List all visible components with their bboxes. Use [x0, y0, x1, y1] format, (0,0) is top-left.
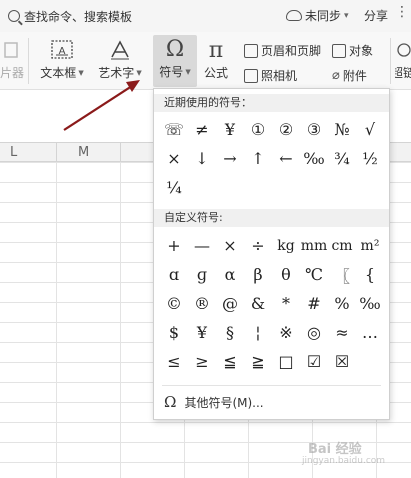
more-symbols-button[interactable]: Ω 其他符号(M)... [164, 393, 264, 411]
symbol-cell[interactable]: ② [272, 115, 300, 144]
symbol-cell[interactable]: ≤ [160, 347, 188, 376]
symbol-cell[interactable]: ↓ [188, 144, 216, 173]
symbol-cell[interactable]: … [356, 318, 384, 347]
more-symbols-label: 其他符号(M)... [184, 395, 264, 410]
symbol-cell[interactable]: ← [272, 144, 300, 173]
symbol-cell[interactable]: ≦ [216, 347, 244, 376]
symbol-cell[interactable]: ½ [356, 144, 384, 173]
symbol-cell[interactable]: ¥ [216, 115, 244, 144]
custom-symbols-title: 自定义符号: [154, 209, 389, 227]
symbol-cell[interactable]: ☒ [328, 347, 356, 376]
symbol-cell[interactable]: ☏ [160, 115, 188, 144]
custom-symbols-grid: + — × ÷ kg mm cm m² ɑ ɡ α β θ ℃ 〖{ © ® @ & * #% ‰ $ ¥ § ¦ ※ ◎ ≈… ≤ ≥ ≦ ≧… [160, 231, 384, 376]
symbol-cell[interactable]: m² [356, 231, 384, 260]
symbol-cell[interactable]: ɑ [160, 260, 188, 289]
symbol-cell[interactable]: kg [272, 231, 300, 260]
watermark-url: jingyan.baidu.com [302, 456, 386, 466]
symbol-cell[interactable]: → [216, 144, 244, 173]
symbol-cell[interactable]: — [188, 231, 216, 260]
symbol-cell[interactable]: § [216, 318, 244, 347]
symbol-cell[interactable]: ÷ [244, 231, 272, 260]
symbol-cell[interactable]: ≥ [188, 347, 216, 376]
symbol-cell[interactable]: □ [272, 347, 300, 376]
symbol-cell[interactable]: ◎ [300, 318, 328, 347]
symbol-cell[interactable]: $ [160, 318, 188, 347]
symbol-cell[interactable]: β [244, 260, 272, 289]
symbol-cell[interactable]: ☑ [300, 347, 328, 376]
symbol-cell[interactable]: ¥ [188, 318, 216, 347]
symbol-cell[interactable]: { [356, 260, 384, 289]
symbol-cell[interactable]: × [160, 144, 188, 173]
symbol-cell[interactable]: √ [356, 115, 384, 144]
symbol-cell[interactable]: & [244, 289, 272, 318]
recent-symbols-title: 近期使用的符号： [154, 94, 389, 112]
symbol-cell[interactable]: ¼ [160, 173, 188, 202]
symbol-cell[interactable]: ¦ [244, 318, 272, 347]
symbol-cell[interactable]: ® [188, 289, 216, 318]
symbol-cell[interactable]: © [160, 289, 188, 318]
symbol-cell[interactable]: ≈ [328, 318, 356, 347]
omega-icon: Ω [164, 393, 177, 411]
symbol-cell[interactable]: θ [272, 260, 300, 289]
symbol-cell[interactable]: ※ [272, 318, 300, 347]
symbol-cell[interactable]: % [328, 289, 356, 318]
symbol-cell[interactable]: ③ [300, 115, 328, 144]
symbol-dropdown: 近期使用的符号： ☏ ≠ ¥ ① ② ③ № √ × ↓ → ↑ ← ‰ ¾ ½ ¼ 自定义符号: + — × ÷ kg… [153, 88, 390, 420]
symbol-cell[interactable]: × [216, 231, 244, 260]
footer-divider [162, 385, 381, 386]
recent-symbols-grid: ☏ ≠ ¥ ① ② ③ № √ × ↓ → ↑ ← ‰ ¾ ½ ¼ [160, 115, 384, 202]
symbol-cell[interactable]: ɡ [188, 260, 216, 289]
symbol-cell[interactable]: mm [300, 231, 328, 260]
symbol-cell[interactable]: ‰ [300, 144, 328, 173]
symbol-cell[interactable]: + [160, 231, 188, 260]
watermark-logo: Bai 经验 [308, 442, 362, 457]
symbol-cell[interactable]: * [272, 289, 300, 318]
symbol-cell[interactable]: cm [328, 231, 356, 260]
symbol-cell[interactable]: # [300, 289, 328, 318]
symbol-cell[interactable]: 〖 [328, 260, 356, 289]
symbol-cell[interactable]: @ [216, 289, 244, 318]
symbol-cell[interactable]: ① [244, 115, 272, 144]
symbol-cell[interactable]: ℃ [300, 260, 328, 289]
symbol-cell[interactable]: ≧ [244, 347, 272, 376]
symbol-cell[interactable]: α [216, 260, 244, 289]
symbol-cell[interactable]: ↑ [244, 144, 272, 173]
symbol-cell[interactable]: № [328, 115, 356, 144]
symbol-cell[interactable]: ¾ [328, 144, 356, 173]
symbol-cell[interactable]: ‰ [356, 289, 384, 318]
symbol-cell[interactable]: ≠ [188, 115, 216, 144]
